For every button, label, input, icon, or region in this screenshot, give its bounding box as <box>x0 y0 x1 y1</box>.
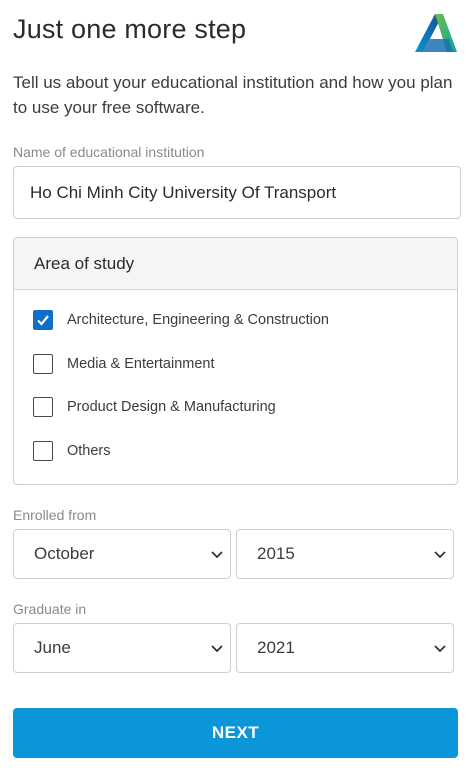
graduate-month-value: June <box>34 638 71 657</box>
graduate-year-value: 2021 <box>257 638 295 657</box>
header: Just one more step <box>13 12 459 56</box>
checkbox-icon[interactable] <box>33 354 53 374</box>
institution-value: Ho Chi Minh City University Of Transport <box>30 182 337 202</box>
institution-label: Name of educational institution <box>13 144 205 160</box>
intro-text: Tell us about your educational instituti… <box>13 73 453 117</box>
chevron-down-icon <box>211 551 223 559</box>
graduate-year-select[interactable]: 2021 <box>236 623 454 673</box>
page-title: Just one more step <box>13 14 247 44</box>
institution-input[interactable]: Ho Chi Minh City University Of Transport <box>13 166 461 219</box>
option-others[interactable]: Others <box>33 440 111 462</box>
area-of-study-title: Area of study <box>14 238 457 290</box>
option-media[interactable]: Media & Entertainment <box>33 353 215 375</box>
option-label: Media & Entertainment <box>67 356 215 372</box>
area-of-study-panel: Area of study Architecture, Engineering … <box>13 237 458 485</box>
checkbox-checked-icon[interactable] <box>33 310 53 330</box>
chevron-down-icon <box>434 551 446 559</box>
graduate-label: Graduate in <box>13 601 87 617</box>
graduate-month-select[interactable]: June <box>13 623 231 673</box>
option-label: Architecture, Engineering & Construction <box>67 312 329 328</box>
option-label: Others <box>67 443 111 459</box>
option-product-design[interactable]: Product Design & Manufacturing <box>33 396 276 418</box>
next-button[interactable]: NEXT <box>13 708 458 758</box>
enrolled-year-value: 2015 <box>257 544 295 563</box>
enrolled-label: Enrolled from <box>13 507 97 523</box>
chevron-down-icon <box>434 645 446 653</box>
enrolled-month-value: October <box>34 544 95 563</box>
option-architecture[interactable]: Architecture, Engineering & Construction <box>33 309 329 331</box>
checkbox-icon[interactable] <box>33 441 53 461</box>
enrolled-month-select[interactable]: October <box>13 529 231 579</box>
checkbox-icon[interactable] <box>33 397 53 417</box>
option-label: Product Design & Manufacturing <box>67 399 276 415</box>
chevron-down-icon <box>211 645 223 653</box>
autodesk-logo-icon <box>413 12 459 56</box>
enrolled-year-select[interactable]: 2015 <box>236 529 454 579</box>
